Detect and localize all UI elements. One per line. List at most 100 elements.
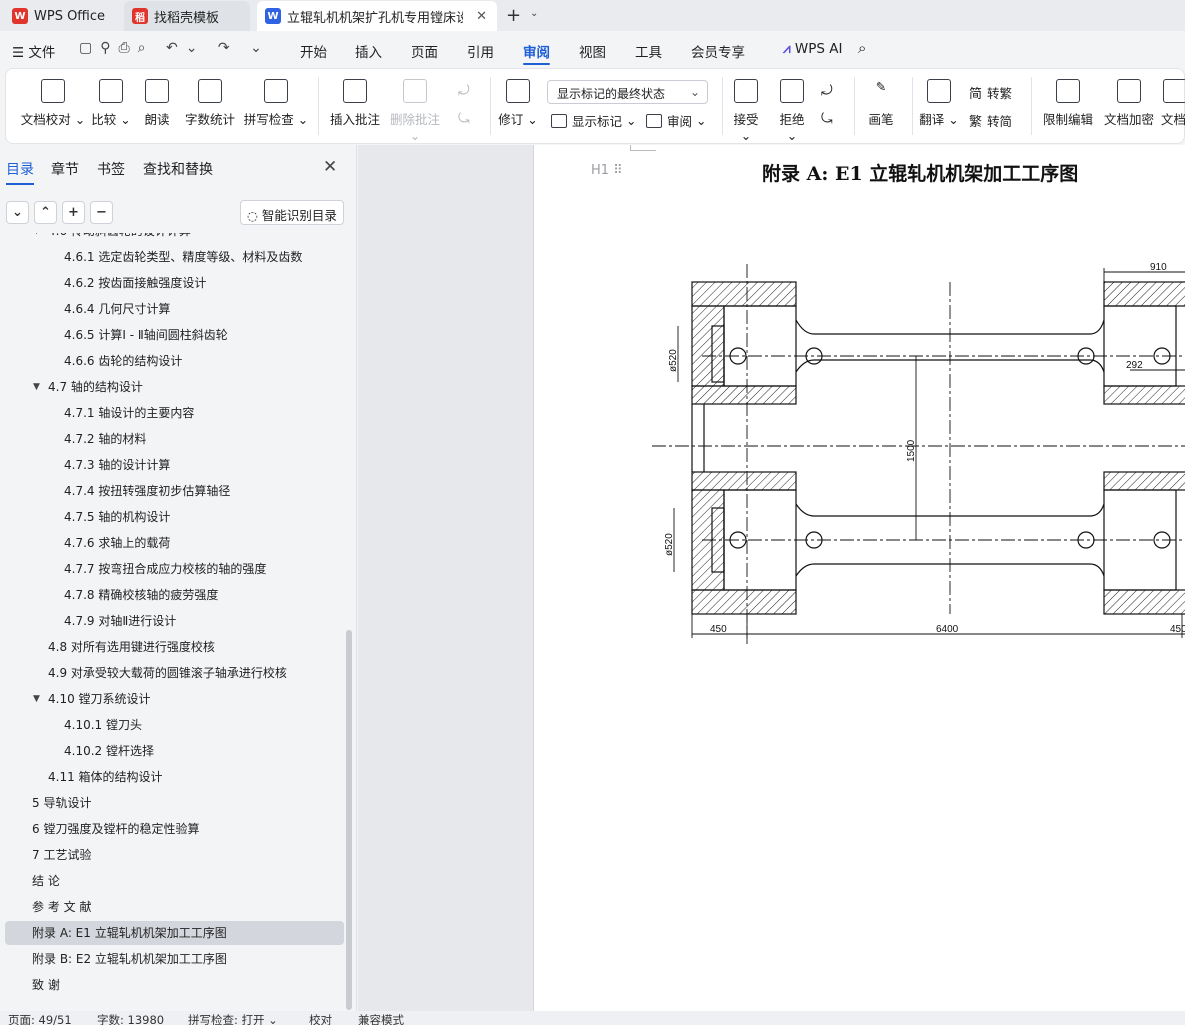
tab-toc[interactable]: 目录 xyxy=(6,159,34,185)
toc-item-label: 4.7.3 轴的设计计算 xyxy=(64,458,171,472)
toc-item[interactable]: 4.6.1 选定齿轮类型、精度等级、材料及齿数 xyxy=(5,245,344,269)
close-icon[interactable]: ✕ xyxy=(323,157,337,177)
doc-check-button[interactable]: 文档校对 ⌄ xyxy=(20,79,86,128)
insert-comment-button[interactable]: 插入批注 xyxy=(328,79,382,128)
smart-toc-button[interactable]: ◌ 智能识别目录 xyxy=(240,200,344,225)
tab-find-replace[interactable]: 查找和替换 xyxy=(143,159,213,179)
tab-bookmarks[interactable]: 书签 xyxy=(97,159,125,179)
menu-review[interactable]: 审阅 xyxy=(523,41,550,65)
toc-item[interactable]: 6 镗刀强度及镗杆的稳定性验算 xyxy=(5,817,344,841)
encrypt-button[interactable]: 文档加密 xyxy=(1101,79,1157,128)
quick-access-icons[interactable]: ▢⚲⎙⌕ ↶⌄ ↷ ⌄ xyxy=(79,40,270,56)
translate-button[interactable]: 翻译 ⌄ xyxy=(919,79,959,128)
menu-view[interactable]: 视图 xyxy=(579,41,606,61)
toc-item[interactable]: 结 论 xyxy=(5,869,344,893)
review-pane-button[interactable]: 审阅 ⌄ xyxy=(646,111,706,130)
toc-item[interactable]: 附录 B: E2 立辊轧机机架加工工序图 xyxy=(5,947,344,971)
chevron-down-icon[interactable]: ⌄ xyxy=(530,8,538,19)
toc-item[interactable]: 附录 A: E1 立辊轧机机架加工工序图 xyxy=(5,921,344,945)
toc-item[interactable]: 5 导轨设计 xyxy=(5,791,344,815)
compare-button[interactable]: 比较 ⌄ xyxy=(90,79,132,128)
toc-item[interactable]: 致 谢 xyxy=(5,973,344,997)
accept-button[interactable]: 接受 ⌄ xyxy=(728,79,764,143)
page-indicator[interactable]: 页面: 49/51 xyxy=(8,1012,72,1025)
tab-wps-office[interactable]: W WPS Office xyxy=(4,1,116,31)
tab-docer-templates[interactable]: 稻 找稻壳模板 xyxy=(124,1,250,31)
toc-item[interactable]: 4.7.1 轴设计的主要内容 xyxy=(5,401,344,425)
search-icon[interactable]: ⌕ xyxy=(858,39,866,57)
proofread-status[interactable]: 校对 xyxy=(309,1012,332,1025)
move-up-button[interactable]: ⌃ xyxy=(34,201,57,224)
wps-ai-button[interactable]: ⩘ WPS AI xyxy=(783,41,843,57)
toc-item[interactable]: 4.6.5 计算Ⅰ - Ⅱ轴间圆柱斜齿轮 xyxy=(5,323,344,347)
spell-check-button[interactable]: 拼写检查 ⌄ xyxy=(243,79,309,128)
expand-caret-icon[interactable]: ▼ xyxy=(33,375,40,399)
show-markup-button[interactable]: 显示标记 ⌄ xyxy=(551,111,636,130)
prev-change-icon[interactable]: ⤾ xyxy=(821,83,833,99)
next-comment-icon[interactable]: ⤿ xyxy=(458,111,470,127)
toc-item[interactable]: ▼ 4.6 传动斜齿轮的设计计算 xyxy=(5,233,344,243)
document-canvas[interactable]: H1 ⠿ 附录 A: E1 立辊轧机机架加工工序图 910 ø520 ø520 … xyxy=(358,145,1185,1011)
new-tab-button[interactable]: + xyxy=(506,5,521,26)
reject-button[interactable]: 拒绝 ⌄ xyxy=(774,79,810,143)
restrict-edit-button[interactable]: 限制编辑 xyxy=(1040,79,1096,128)
toc-item[interactable]: 4.7.9 对轴Ⅱ进行设计 xyxy=(5,609,344,633)
toc-item[interactable]: 4.7.2 轴的材料 xyxy=(5,427,344,451)
toc-item[interactable]: 4.10.1 镗刀头 xyxy=(5,713,344,737)
doc-more-button[interactable]: 文档 xyxy=(1161,79,1185,128)
expand-caret-icon[interactable]: ▼ xyxy=(33,233,40,243)
menu-insert[interactable]: 插入 xyxy=(355,41,382,61)
heading-marker[interactable]: H1 ⠿ xyxy=(591,163,623,178)
to-traditional-button[interactable]: 简转繁 xyxy=(969,83,1012,102)
markup-mode-select[interactable]: 显示标记的最终状态 ⌄ xyxy=(547,80,708,104)
tab-current-document[interactable]: W 立辊轧机机架扩孔机专用镗床设 ✕ xyxy=(257,1,497,31)
insert-comment-label: 插入批注 xyxy=(329,112,380,127)
remove-heading-button[interactable]: − xyxy=(90,201,113,224)
toc-item[interactable]: 4.7.3 轴的设计计算 xyxy=(5,453,344,477)
file-menu[interactable]: ☰ 文件 xyxy=(12,41,55,61)
toc-item[interactable]: 4.6.2 按齿面接触强度设计 xyxy=(5,271,344,295)
toc-item[interactable]: 4.7.8 精确校核轴的疲劳强度 xyxy=(5,583,344,607)
pen-label: 画笔 xyxy=(868,112,894,127)
toc-item[interactable]: 4.7.6 求轴上的载荷 xyxy=(5,531,344,555)
spell-check-status[interactable]: 拼写检查: 打开 ⌄ xyxy=(188,1012,278,1025)
menu-membership[interactable]: 会员专享 xyxy=(691,41,745,61)
toc-item[interactable]: 4.6.4 几何尺寸计算 xyxy=(5,297,344,321)
toc-item[interactable]: 4.7.4 按扭转强度初步估算轴径 xyxy=(5,479,344,503)
next-change-icon[interactable]: ⤿ xyxy=(821,111,833,127)
toc-item[interactable]: 参 考 文 献 xyxy=(5,895,344,919)
read-aloud-button[interactable]: 朗读 xyxy=(139,79,175,128)
close-tab-icon[interactable]: ✕ xyxy=(476,9,487,24)
tab-chapters[interactable]: 章节 xyxy=(51,159,79,179)
simplified-icon: 繁 xyxy=(969,115,983,130)
toc-scrollbar[interactable] xyxy=(346,630,352,1010)
expand-caret-icon[interactable]: ▼ xyxy=(33,687,40,711)
toc-item[interactable]: 7 工艺试验 xyxy=(5,843,344,867)
docer-icon: 稻 xyxy=(132,8,148,24)
menu-home[interactable]: 开始 xyxy=(300,41,327,61)
toc-item[interactable]: 4.9 对承受较大载荷的圆锥滚子轴承进行校核 xyxy=(5,661,344,685)
menu-tools[interactable]: 工具 xyxy=(635,41,662,61)
collapse-all-button[interactable]: ⌄ xyxy=(6,201,29,224)
toc-item-label: 4.6.1 选定齿轮类型、精度等级、材料及齿数 xyxy=(64,250,303,264)
toc-item[interactable]: ▼ 4.10 镗刀系统设计 xyxy=(5,687,344,711)
pen-button[interactable]: ✎ 画笔 xyxy=(863,79,899,128)
navigation-pane: 目录 章节 书签 查找和替换 ✕ ⌄ ⌃ + − ◌ 智能识别目录 ▼ 4.6 传… xyxy=(0,145,357,1011)
toc-item[interactable]: 4.7.7 按弯扭合成应力校核的轴的强度 xyxy=(5,557,344,581)
word-count-status[interactable]: 字数: 13980 xyxy=(97,1012,164,1025)
toc-item[interactable]: 4.11 箱体的结构设计 xyxy=(5,765,344,789)
add-heading-button[interactable]: + xyxy=(62,201,85,224)
toc-item[interactable]: 4.8 对所有选用键进行强度校核 xyxy=(5,635,344,659)
document-page[interactable]: H1 ⠿ 附录 A: E1 立辊轧机机架加工工序图 910 ø520 ø520 … xyxy=(533,145,1185,1011)
toc-item[interactable]: 4.6.6 齿轮的结构设计 xyxy=(5,349,344,373)
toc-item[interactable]: ▼ 4.7 轴的结构设计 xyxy=(5,375,344,399)
to-simplified-button[interactable]: 繁转简 xyxy=(969,111,1012,130)
track-changes-button[interactable]: 修订 ⌄ xyxy=(498,79,538,128)
delete-comment-button[interactable]: 删除批注 ⌄ xyxy=(388,79,442,143)
toc-item[interactable]: 4.7.5 轴的机构设计 xyxy=(5,505,344,529)
menu-page[interactable]: 页面 xyxy=(411,41,438,61)
prev-comment-icon[interactable]: ⤾ xyxy=(458,83,470,99)
toc-item[interactable]: 4.10.2 镗杆选择 xyxy=(5,739,344,763)
word-count-button[interactable]: 字数统计 xyxy=(182,79,238,128)
menu-references[interactable]: 引用 xyxy=(467,41,494,61)
